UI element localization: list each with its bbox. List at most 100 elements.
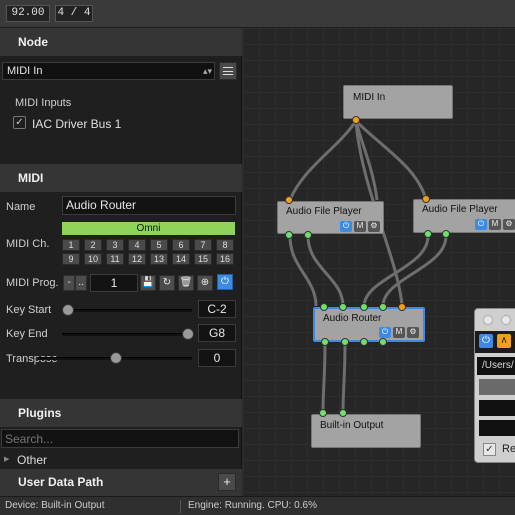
- add-path-button[interactable]: +: [218, 473, 236, 491]
- output-port[interactable]: [360, 338, 368, 346]
- gear-icon[interactable]: ⚙: [503, 219, 515, 230]
- gear-icon[interactable]: ⚙: [368, 221, 380, 232]
- channel-button-11[interactable]: 11: [106, 253, 124, 265]
- input-port[interactable]: [379, 303, 387, 311]
- key-end-slider-knob[interactable]: [182, 328, 194, 340]
- node-midi-in[interactable]: MIDI In: [343, 85, 453, 119]
- power-icon[interactable]: ⏻: [475, 219, 487, 230]
- input-port[interactable]: [319, 409, 327, 417]
- output-port[interactable]: [341, 338, 349, 346]
- output-port[interactable]: [321, 338, 329, 346]
- input-port[interactable]: [285, 196, 293, 204]
- channel-button-16[interactable]: 16: [216, 253, 234, 265]
- globe-icon[interactable]: ⊕: [197, 275, 213, 291]
- key-end-slider[interactable]: [62, 328, 194, 340]
- tempo-field[interactable]: 92.00: [6, 5, 50, 22]
- midi-input-port[interactable]: [398, 303, 406, 311]
- channel-button-9[interactable]: 9: [62, 253, 80, 265]
- key-start-slider[interactable]: [62, 304, 194, 316]
- midi-section-header[interactable]: MIDI: [0, 164, 242, 192]
- input-port[interactable]: [360, 303, 368, 311]
- time-signature-field[interactable]: 4 / 4: [55, 5, 93, 22]
- transpose-slider-knob[interactable]: [110, 352, 122, 364]
- node-title: Audio Router: [323, 313, 382, 324]
- plugin-search-input[interactable]: [1, 429, 239, 448]
- output-port[interactable]: [379, 338, 387, 346]
- input-port[interactable]: [339, 409, 347, 417]
- omni-button[interactable]: Omni: [62, 222, 235, 235]
- arrow-up-icon[interactable]: ∧: [497, 334, 511, 348]
- plugin-window[interactable]: ⏻ ∧ /Users/ ✓ Re: [474, 308, 515, 463]
- channel-button-15[interactable]: 15: [194, 253, 212, 265]
- user-data-path-header[interactable]: User Data Path: [0, 469, 242, 496]
- plugin-field[interactable]: [479, 420, 515, 436]
- node-select[interactable]: MIDI In ▴▾: [2, 62, 215, 80]
- menu-button[interactable]: [219, 62, 237, 80]
- node-audio-file-player-2[interactable]: Audio File Player ⏻ M ⚙: [413, 199, 515, 233]
- transpose-value[interactable]: 0: [198, 349, 236, 367]
- midi-out-port[interactable]: [352, 116, 360, 124]
- plugin-tree-item-other[interactable]: Other: [17, 453, 47, 467]
- expand-arrow-icon[interactable]: ▶: [4, 455, 9, 463]
- transpose-slider[interactable]: [38, 352, 194, 364]
- node-title: Built-in Output: [320, 420, 384, 431]
- channel-button-7[interactable]: 7: [194, 239, 212, 251]
- program-field[interactable]: 1: [90, 274, 138, 292]
- channel-button-2[interactable]: 2: [84, 239, 102, 251]
- output-port[interactable]: [285, 231, 293, 239]
- input-port[interactable]: [320, 303, 328, 311]
- channel-button-14[interactable]: 14: [172, 253, 190, 265]
- power-icon[interactable]: ⏻: [479, 334, 493, 348]
- save-icon[interactable]: 💾: [140, 275, 156, 291]
- node-audio-router[interactable]: Audio Router ⏻ M ⚙: [313, 307, 425, 342]
- power-icon[interactable]: ⏻: [379, 327, 391, 338]
- channel-button-1[interactable]: 1: [62, 239, 80, 251]
- mute-button[interactable]: M: [489, 219, 501, 230]
- channel-button-13[interactable]: 13: [150, 253, 168, 265]
- input-port[interactable]: [422, 195, 430, 203]
- channel-button-3[interactable]: 3: [106, 239, 124, 251]
- output-port[interactable]: [424, 230, 432, 238]
- node-audio-file-player-1[interactable]: Audio File Player ⏻ M ⚙: [277, 201, 384, 234]
- channel-button-10[interactable]: 10: [84, 253, 102, 265]
- channel-button-4[interactable]: 4: [128, 239, 146, 251]
- reload-icon[interactable]: ↻: [159, 275, 175, 291]
- window-close-icon[interactable]: [483, 315, 493, 325]
- key-start-slider-knob[interactable]: [62, 304, 74, 316]
- midi-inputs-label: MIDI Inputs: [15, 97, 72, 109]
- key-end-value[interactable]: G8: [198, 324, 236, 342]
- power-icon[interactable]: ⏻: [217, 274, 233, 290]
- power-icon[interactable]: ⏻: [340, 221, 352, 232]
- program-list-button[interactable]: ..: [75, 275, 87, 291]
- mute-button[interactable]: M: [393, 327, 405, 338]
- output-port[interactable]: [304, 231, 312, 239]
- midi-channel-label: MIDI Ch.: [6, 238, 50, 250]
- channel-button-5[interactable]: 5: [150, 239, 168, 251]
- status-divider: [180, 500, 181, 513]
- channel-button-6[interactable]: 6: [172, 239, 190, 251]
- program-decrement-button[interactable]: -: [63, 275, 75, 291]
- channel-button-12[interactable]: 12: [128, 253, 146, 265]
- device-status: Device: Built-in Output: [5, 500, 105, 511]
- plugins-section-header[interactable]: Plugins: [0, 399, 242, 427]
- path-field[interactable]: /Users/: [477, 357, 515, 375]
- plugin-button[interactable]: [479, 379, 515, 395]
- window-minimize-icon[interactable]: [501, 315, 511, 325]
- trash-icon[interactable]: 🗑: [178, 275, 194, 291]
- user-data-path-title: User Data Path: [18, 475, 104, 489]
- name-field[interactable]: Audio Router: [62, 196, 236, 215]
- input-port[interactable]: [339, 303, 347, 311]
- node-built-in-output[interactable]: Built-in Output: [311, 414, 421, 448]
- output-port[interactable]: [442, 230, 450, 238]
- mute-button[interactable]: M: [354, 221, 366, 232]
- gear-icon[interactable]: ⚙: [407, 327, 419, 338]
- iac-checkbox[interactable]: ✓: [13, 116, 26, 129]
- hamburger-icon: [223, 67, 233, 75]
- node-section-header[interactable]: Node: [0, 28, 242, 56]
- channel-button-8[interactable]: 8: [216, 239, 234, 251]
- plugin-field[interactable]: [479, 400, 515, 416]
- plugin-checkbox[interactable]: ✓: [483, 443, 496, 456]
- key-end-label: Key End: [6, 328, 48, 340]
- inspector-panel: Node MIDI In ▴▾ MIDI Inputs ✓ IAC Driver…: [0, 28, 242, 496]
- key-start-value[interactable]: C-2: [198, 300, 236, 318]
